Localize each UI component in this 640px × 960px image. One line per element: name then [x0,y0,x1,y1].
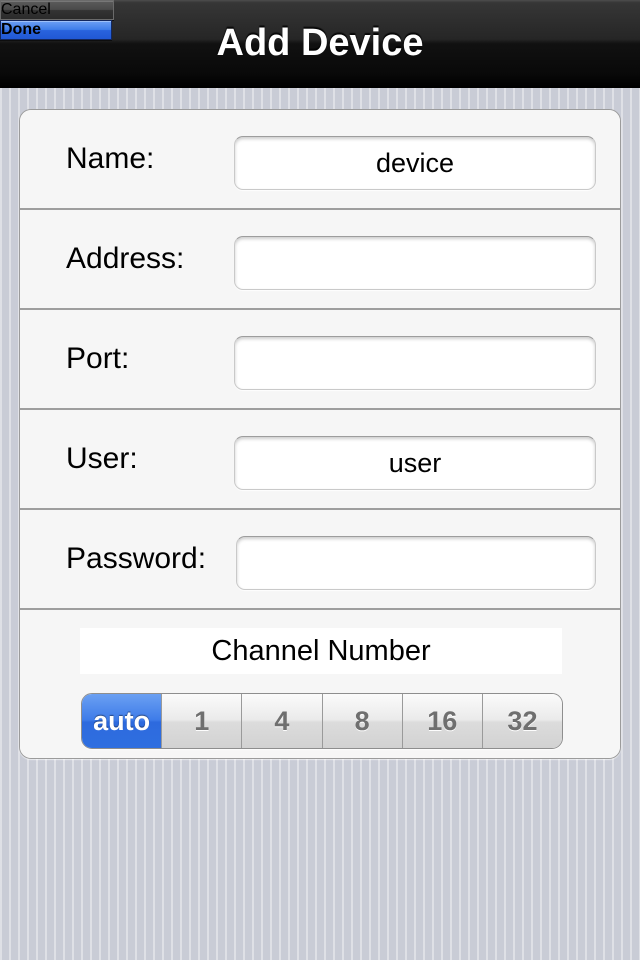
app-screen: Cancel Add Device Done Name: device Addr… [0,0,640,960]
page-title: Add Device [216,22,424,64]
table-row-password: Password: [20,510,620,610]
channel-number-section: Channel Number auto 1 4 8 16 32 [20,610,620,758]
port-label: Port: [66,342,130,375]
address-input[interactable] [234,236,596,290]
segment-16[interactable]: 16 [401,694,482,748]
user-label: User: [66,442,138,475]
table-row-name: Name: device [20,110,620,210]
segment-32[interactable]: 32 [481,694,562,748]
password-label: Password: [66,542,207,575]
cancel-button[interactable]: Cancel [0,0,114,20]
name-label: Name: [66,142,155,175]
channel-number-segmented-control[interactable]: auto 1 4 8 16 32 [81,693,563,749]
user-input[interactable]: user [234,436,596,490]
segment-auto[interactable]: auto [82,694,162,748]
segment-4[interactable]: 4 [241,694,322,748]
navigation-bar: Cancel Add Device Done [0,0,640,88]
table-row-port: Port: [20,310,620,410]
password-input[interactable] [236,536,596,590]
form-group-table: Name: device Address: Port: User: user P… [19,109,621,759]
segment-8[interactable]: 8 [321,694,402,748]
name-input[interactable]: device [234,136,596,190]
address-label: Address: [66,242,185,275]
channel-number-label: Channel Number [80,628,562,674]
port-input[interactable] [234,336,596,390]
table-row-user: User: user [20,410,620,510]
table-row-address: Address: [20,210,620,310]
segment-1[interactable]: 1 [161,694,242,748]
